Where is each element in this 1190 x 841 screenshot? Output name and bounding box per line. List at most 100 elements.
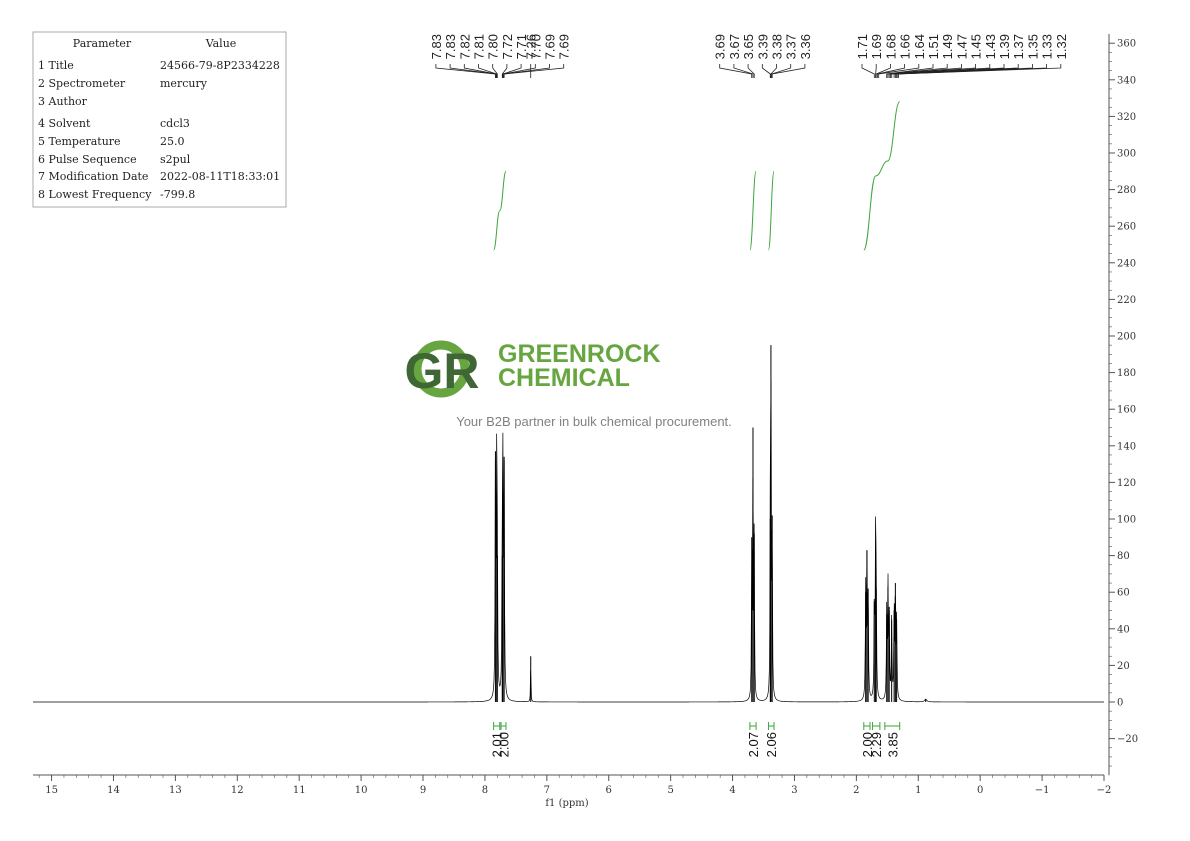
x-axis-label: f1 (ppm) <box>545 798 588 809</box>
x-axis: 15 14 13 12 11 10 9 8 7 6 5 4 3 2 1 0 −1 −2 <box>33 774 1112 796</box>
peak-label: 7.82 <box>457 34 472 59</box>
y-tick-label: 60 <box>1117 588 1130 599</box>
x-tick-label: 0 <box>977 785 983 796</box>
param-header-parameter: Parameter <box>73 37 132 50</box>
x-tick-label: 5 <box>667 785 673 796</box>
peak-label: 3.38 <box>770 34 785 59</box>
x-tick-label: 13 <box>169 785 182 796</box>
x-tick-label: 1 <box>915 785 921 796</box>
param-row-value: -799.8 <box>160 188 195 201</box>
y-tick-label: 100 <box>1117 515 1136 526</box>
parameter-table: Parameter Value 1 Title 24566-79-8P233422… <box>32 31 287 208</box>
param-row-label: 5 Temperature <box>38 135 121 148</box>
y-tick-label: 360 <box>1117 39 1136 50</box>
param-row-value: s2pul <box>160 153 191 166</box>
peak-label: 1.68 <box>883 34 898 59</box>
peak-label: 3.67 <box>727 34 742 59</box>
y-tick-label: 320 <box>1117 112 1136 123</box>
integral-curve <box>493 170 507 251</box>
peak-label: 3.37 <box>784 34 799 59</box>
greenrock-watermark: GR GREENROCK CHEMICAL Your B2B partner i… <box>405 340 732 429</box>
integral-value: 2.29 <box>869 732 884 757</box>
peak-label: 1.33 <box>1040 34 1055 59</box>
spectrum <box>33 345 1104 703</box>
logo-tagline: Your B2B partner in bulk chemical procur… <box>456 414 732 429</box>
integral-value: 3.85 <box>885 732 900 757</box>
peak-label: 1.37 <box>1011 34 1026 59</box>
peak-label: 1.43 <box>983 34 998 59</box>
peak-label: 7.81 <box>472 34 487 59</box>
peak-label: 7.69 <box>557 34 572 59</box>
peak-label-leader <box>861 64 875 78</box>
spectrum-baseline-trace <box>33 380 1104 703</box>
peak-label: 7.80 <box>486 34 501 59</box>
param-row-label: 7 Modification Date <box>38 170 148 183</box>
x-tick-label: 15 <box>45 785 58 796</box>
peak-labels: 7.83 7.83 7.82 7.81 7.80 7.72 7.71 7.70 7.69 7.69… <box>429 34 1069 78</box>
integral-value: 2.07 <box>746 732 761 757</box>
y-tick-label: 40 <box>1117 624 1130 635</box>
peak-label-leader <box>719 64 753 78</box>
param-row-value: mercury <box>160 77 208 90</box>
x-tick-label: 6 <box>606 785 612 796</box>
x-tick-label: 3 <box>791 785 797 796</box>
y-tick-label: 80 <box>1117 551 1130 562</box>
peak-label: 1.47 <box>954 34 969 59</box>
param-row-label: 4 Solvent <box>38 117 91 130</box>
x-tick-label: 4 <box>729 785 735 796</box>
x-tick-label: 2 <box>853 785 859 796</box>
x-tick-label: −2 <box>1097 785 1112 796</box>
param-row-value: 2022-08-11T18:33:01 <box>160 170 280 183</box>
peak-label: 3.69 <box>713 34 728 59</box>
y-tick-label: 180 <box>1117 368 1136 379</box>
peak-label: 3.65 <box>741 34 756 59</box>
peak-label: 7.26 <box>524 34 539 59</box>
x-tick-label: 9 <box>420 785 426 796</box>
y-tick-label: 340 <box>1117 75 1136 86</box>
peak-label: 7.83 <box>429 34 444 59</box>
param-header-value: Value <box>205 37 237 50</box>
integral-curve <box>767 170 775 251</box>
y-axis: −20 0 20 40 60 80 100 120 140 160 180 200 220 240 260 2… <box>1108 34 1138 776</box>
param-row-value: 24566-79-8P2334228 <box>160 59 280 72</box>
peak-label: 1.64 <box>912 34 927 59</box>
peak-label: 3.39 <box>755 34 770 59</box>
y-tick-label: 140 <box>1117 441 1136 452</box>
param-row-label: 8 Lowest Frequency <box>38 188 152 201</box>
integral-labels: 2.012.00 2.07 2.06 2.002.29 3.85 <box>490 722 900 757</box>
peak-label: 1.35 <box>1025 34 1040 59</box>
param-row-value: 25.0 <box>160 135 185 148</box>
integral-curve <box>863 101 901 251</box>
peak-label: 1.32 <box>1054 34 1069 59</box>
y-tick-label: 20 <box>1117 661 1130 672</box>
logo-text-line2: CHEMICAL <box>498 364 630 392</box>
logo-letters: GR <box>405 343 480 399</box>
param-row-label: 2 Spectrometer <box>38 77 126 90</box>
integral-curve <box>749 170 757 251</box>
x-tick-label: 14 <box>107 785 120 796</box>
peak-label: 1.49 <box>940 34 955 59</box>
y-tick-label: 220 <box>1117 295 1136 306</box>
y-tick-label: 240 <box>1117 258 1136 269</box>
peak-label-leader <box>761 64 771 78</box>
peak-label: 3.36 <box>798 34 813 59</box>
integral-curves <box>493 101 901 251</box>
peak-label: 1.51 <box>926 34 941 59</box>
peak-label: 1.45 <box>969 34 984 59</box>
y-tick-label: 260 <box>1117 222 1136 233</box>
y-tick-label: 300 <box>1117 149 1136 160</box>
x-tick-label: −1 <box>1035 785 1050 796</box>
peak-label: 1.39 <box>997 34 1012 59</box>
y-tick-label: −20 <box>1117 734 1138 745</box>
y-tick-label: 120 <box>1117 478 1136 489</box>
param-row-label: 6 Pulse Sequence <box>38 153 137 166</box>
param-row-value: cdcl3 <box>160 117 190 130</box>
param-row-label: 3 Author <box>38 95 88 108</box>
peak-label: 7.83 <box>443 34 458 59</box>
y-tick-label: 0 <box>1117 698 1123 709</box>
peak-label-leader <box>771 64 806 78</box>
x-tick-label: 7 <box>544 785 550 796</box>
integral-value: 2.06 <box>764 732 779 757</box>
param-row-label: 1 Title <box>38 59 74 72</box>
peak-label: 1.66 <box>898 34 913 59</box>
